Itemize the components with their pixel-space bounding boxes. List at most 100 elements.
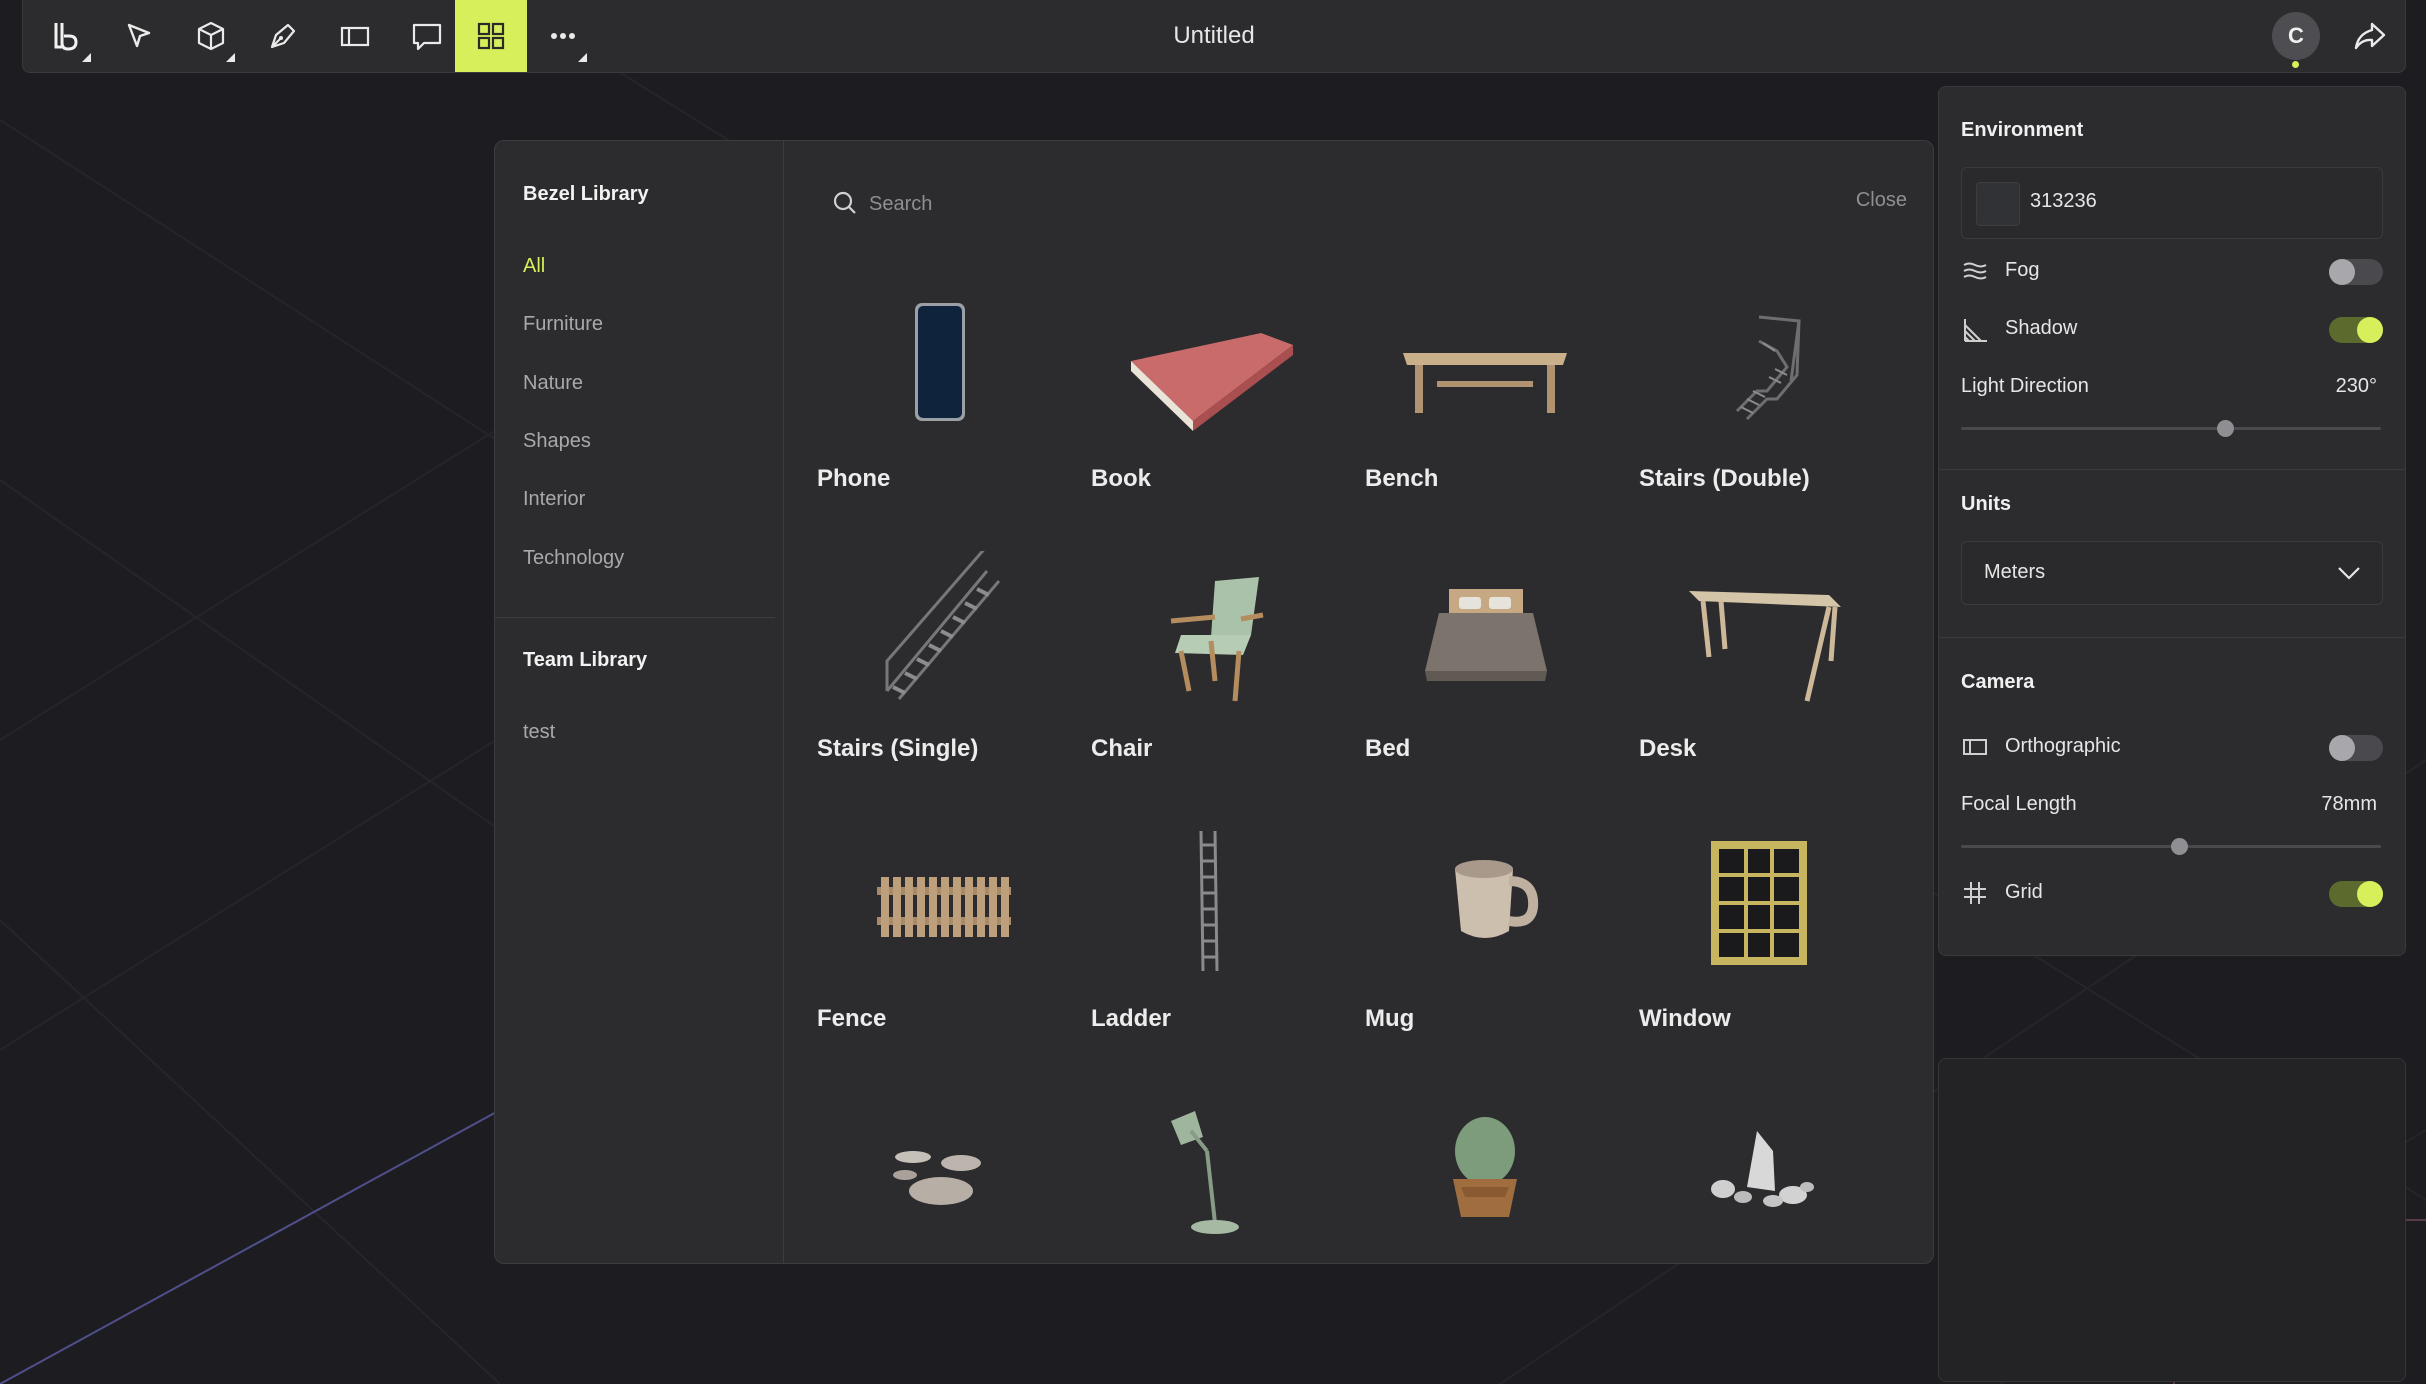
category-interior[interactable]: Interior [523,488,585,511]
units-dropdown[interactable]: Meters [1961,541,2383,605]
fog-label: Fog [2005,259,2040,281]
desk-model-icon [1689,591,1841,702]
item-label: Bed [1365,735,1411,762]
category-furniture[interactable]: Furniture [523,313,603,336]
item-label: Phone [817,465,891,492]
cactus-model-icon [1453,1117,1517,1217]
rocks-model-icon [1711,1131,1814,1207]
share-button[interactable] [2350,16,2390,56]
slider-handle[interactable] [2217,420,2235,437]
environment-color-value[interactable]: 313236 [2030,190,2097,213]
item-label: Fence [817,1005,887,1032]
focal-length-value: 78mm [2321,793,2377,815]
orthographic-label: Orthographic [2005,735,2121,757]
library-item-desk[interactable]: Desk [1629,541,1889,791]
submenu-indicator-icon [82,53,91,62]
stairs-single-model-icon [885,551,1001,700]
slider-handle[interactable] [2170,838,2188,855]
library-item-book[interactable]: Book [1081,271,1341,521]
submenu-indicator-icon [578,53,587,62]
library-item-rocks[interactable] [1629,1081,1889,1263]
fence-model-icon [877,877,1011,937]
team-library-heading: Team Library [523,649,648,671]
item-label: Book [1091,465,1151,492]
grid-toggle[interactable] [2329,881,2383,907]
focal-length-slider[interactable] [1961,838,2381,855]
light-direction-slider[interactable] [1961,420,2381,437]
library-item-fence[interactable]: Fence [807,811,1067,1061]
library-item-mug[interactable]: Mug [1355,811,1615,1061]
bench-model-icon [1403,353,1567,413]
category-shapes[interactable]: Shapes [523,430,591,453]
share-arrow-icon [2354,22,2386,50]
library-item-window[interactable]: Window [1629,811,1889,1061]
shadow-icon [1964,319,1987,342]
library-item-bed[interactable]: Bed [1355,541,1615,791]
item-label: Mug [1365,1005,1415,1032]
library-item-ladder[interactable]: Ladder [1081,811,1341,1061]
item-label: Chair [1091,735,1153,762]
library-item-lamp[interactable] [1081,1081,1341,1263]
library-item-stepping-stones[interactable] [807,1081,1067,1263]
library-item-bench[interactable]: Bench [1355,271,1615,521]
library-item-stairs-single[interactable]: Stairs (Single) [807,541,1067,791]
item-label: Ladder [1091,1005,1172,1032]
book-model-icon [1131,333,1293,431]
window-model-icon [1711,841,1807,965]
category-technology[interactable]: Technology [523,547,624,570]
item-label: Bench [1365,465,1439,492]
chair-model-icon [1170,577,1264,702]
top-toolbar: Untitled [22,0,2406,73]
library-item-chair[interactable]: Chair [1081,541,1341,791]
library-modal: Bezel Library All Furniture Nature Shape… [494,140,1934,1264]
environment-color-field[interactable]: 313236 [1961,167,2383,239]
user-avatar[interactable]: C [2272,12,2320,60]
color-swatch[interactable] [1976,182,2020,226]
bed-model-icon [1425,589,1547,681]
secondary-panel [1938,1058,2406,1382]
phone-model-icon [915,303,965,421]
orthographic-toggle[interactable] [2329,735,2383,761]
units-selected-value: Meters [1984,561,2046,583]
category-nature[interactable]: Nature [523,372,583,395]
chevron-down-icon [2338,567,2360,580]
properties-panel: Environment 313236 Fog Shadow Light Dire… [1938,86,2406,956]
lamp-model-icon [1171,1111,1239,1234]
light-direction-label: Light Direction [1961,375,2089,397]
stairs-double-model-icon [1735,315,1801,421]
bezel-library-heading: Bezel Library [523,183,649,205]
ladder-model-icon [1199,830,1219,972]
team-item-test[interactable]: test [523,721,555,744]
category-all[interactable]: All [523,255,545,278]
presence-indicator [2292,61,2299,68]
library-search-input[interactable] [867,185,1771,223]
search-icon [833,191,856,214]
mug-model-icon [1455,860,1539,938]
camera-heading: Camera [1961,671,2035,693]
grid-icon [1964,882,1986,904]
grid-label: Grid [2005,881,2043,903]
library-item-phone[interactable]: Phone [807,271,1067,521]
units-heading: Units [1961,493,2011,515]
item-label: Desk [1639,735,1697,762]
light-direction-value: 230° [2335,375,2377,397]
document-title[interactable]: Untitled [23,22,2405,50]
fog-toggle[interactable] [2329,259,2383,285]
stepping-stones-model-icon [893,1151,981,1205]
shadow-toggle[interactable] [2329,317,2383,343]
close-button[interactable]: Close [1856,189,1907,212]
submenu-indicator-icon [226,53,235,62]
section-divider [1939,469,2405,470]
section-divider [1939,637,2405,638]
environment-heading: Environment [1961,119,2084,141]
item-label: Window [1639,1005,1731,1032]
sidebar-divider [495,617,775,618]
orthographic-icon [1963,739,1987,755]
focal-length-label: Focal Length [1961,793,2077,815]
library-item-cactus[interactable] [1355,1081,1615,1263]
library-sidebar: Bezel Library All Furniture Nature Shape… [495,141,784,1263]
library-item-stairs-double[interactable]: Stairs (Double) [1629,271,1889,521]
item-label: Stairs (Double) [1639,465,1810,492]
item-label: Stairs (Single) [817,735,979,762]
fog-icon [1963,262,1987,280]
